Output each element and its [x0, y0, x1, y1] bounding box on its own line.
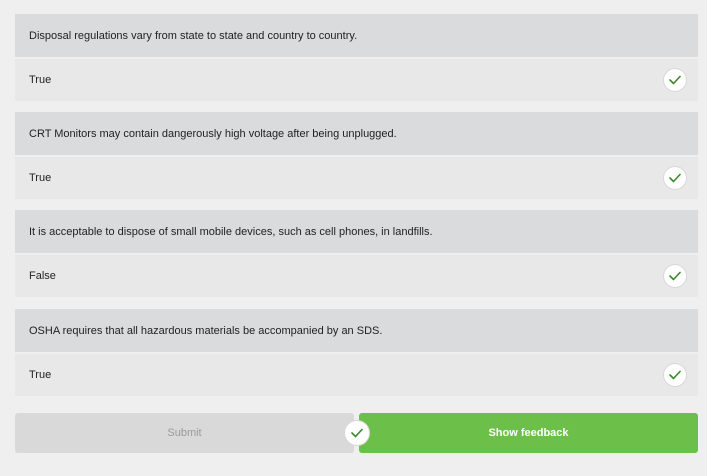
action-bar: Submit Show feedback	[15, 413, 698, 453]
check-icon	[664, 69, 686, 91]
check-icon	[345, 421, 369, 445]
question-text: OSHA requires that all hazardous materia…	[15, 309, 698, 352]
question-block: Disposal regulations vary from state to …	[15, 14, 698, 101]
submit-button[interactable]: Submit	[15, 413, 354, 453]
check-icon	[664, 364, 686, 386]
answer-row: False	[15, 255, 698, 297]
check-icon	[664, 167, 686, 189]
question-block: It is acceptable to dispose of small mob…	[15, 210, 698, 297]
answer-row: True	[15, 59, 698, 101]
question-text: Disposal regulations vary from state to …	[15, 14, 698, 57]
question-block: OSHA requires that all hazardous materia…	[15, 309, 698, 396]
quiz-results: Disposal regulations vary from state to …	[0, 0, 707, 476]
check-icon	[664, 265, 686, 287]
answer-label: True	[29, 369, 52, 381]
answer-label: True	[29, 172, 52, 184]
question-text: It is acceptable to dispose of small mob…	[15, 210, 698, 253]
answer-label: True	[29, 74, 52, 86]
question-block: CRT Monitors may contain dangerously hig…	[15, 112, 698, 199]
question-text: CRT Monitors may contain dangerously hig…	[15, 112, 698, 155]
answer-row: True	[15, 157, 698, 199]
answer-label: False	[29, 270, 56, 282]
show-feedback-button[interactable]: Show feedback	[359, 413, 698, 453]
answer-row: True	[15, 354, 698, 396]
